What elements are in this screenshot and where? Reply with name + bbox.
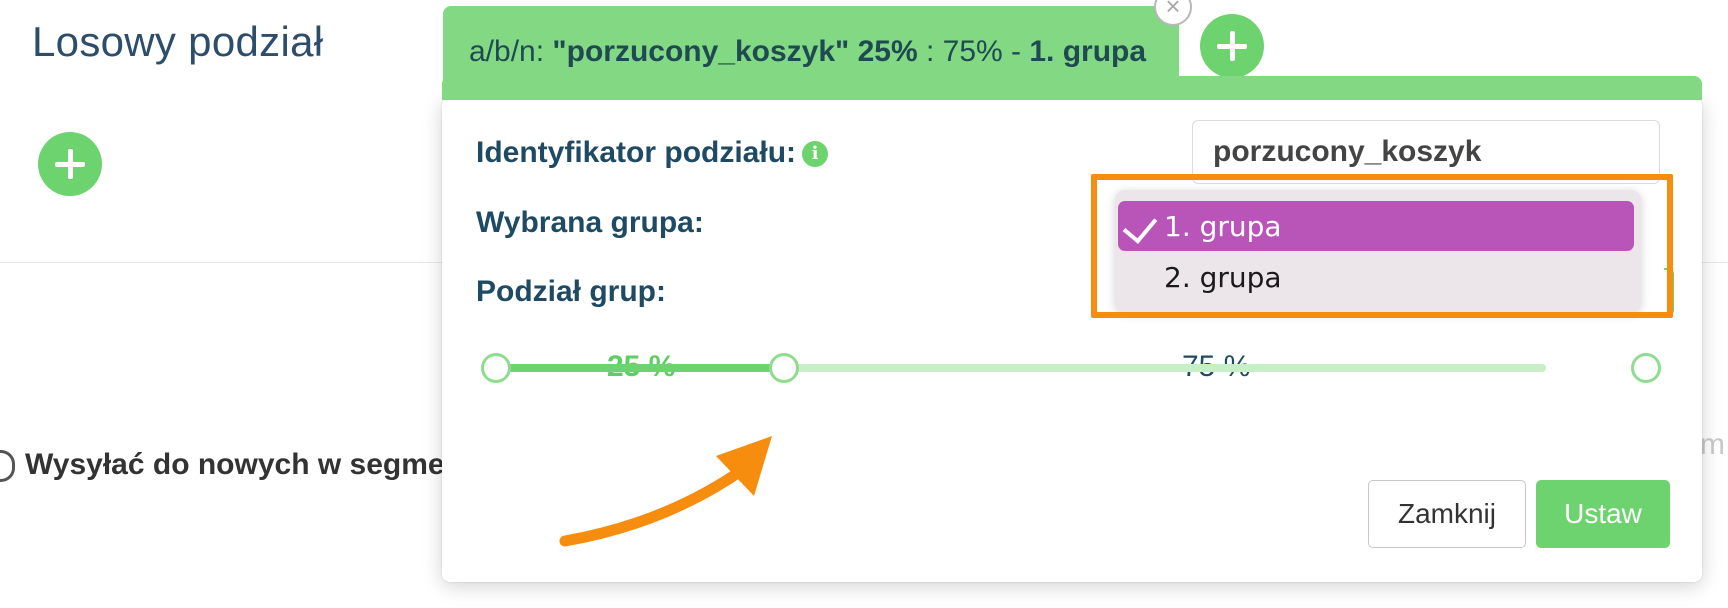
annotation-arrow-icon [559,436,772,547]
